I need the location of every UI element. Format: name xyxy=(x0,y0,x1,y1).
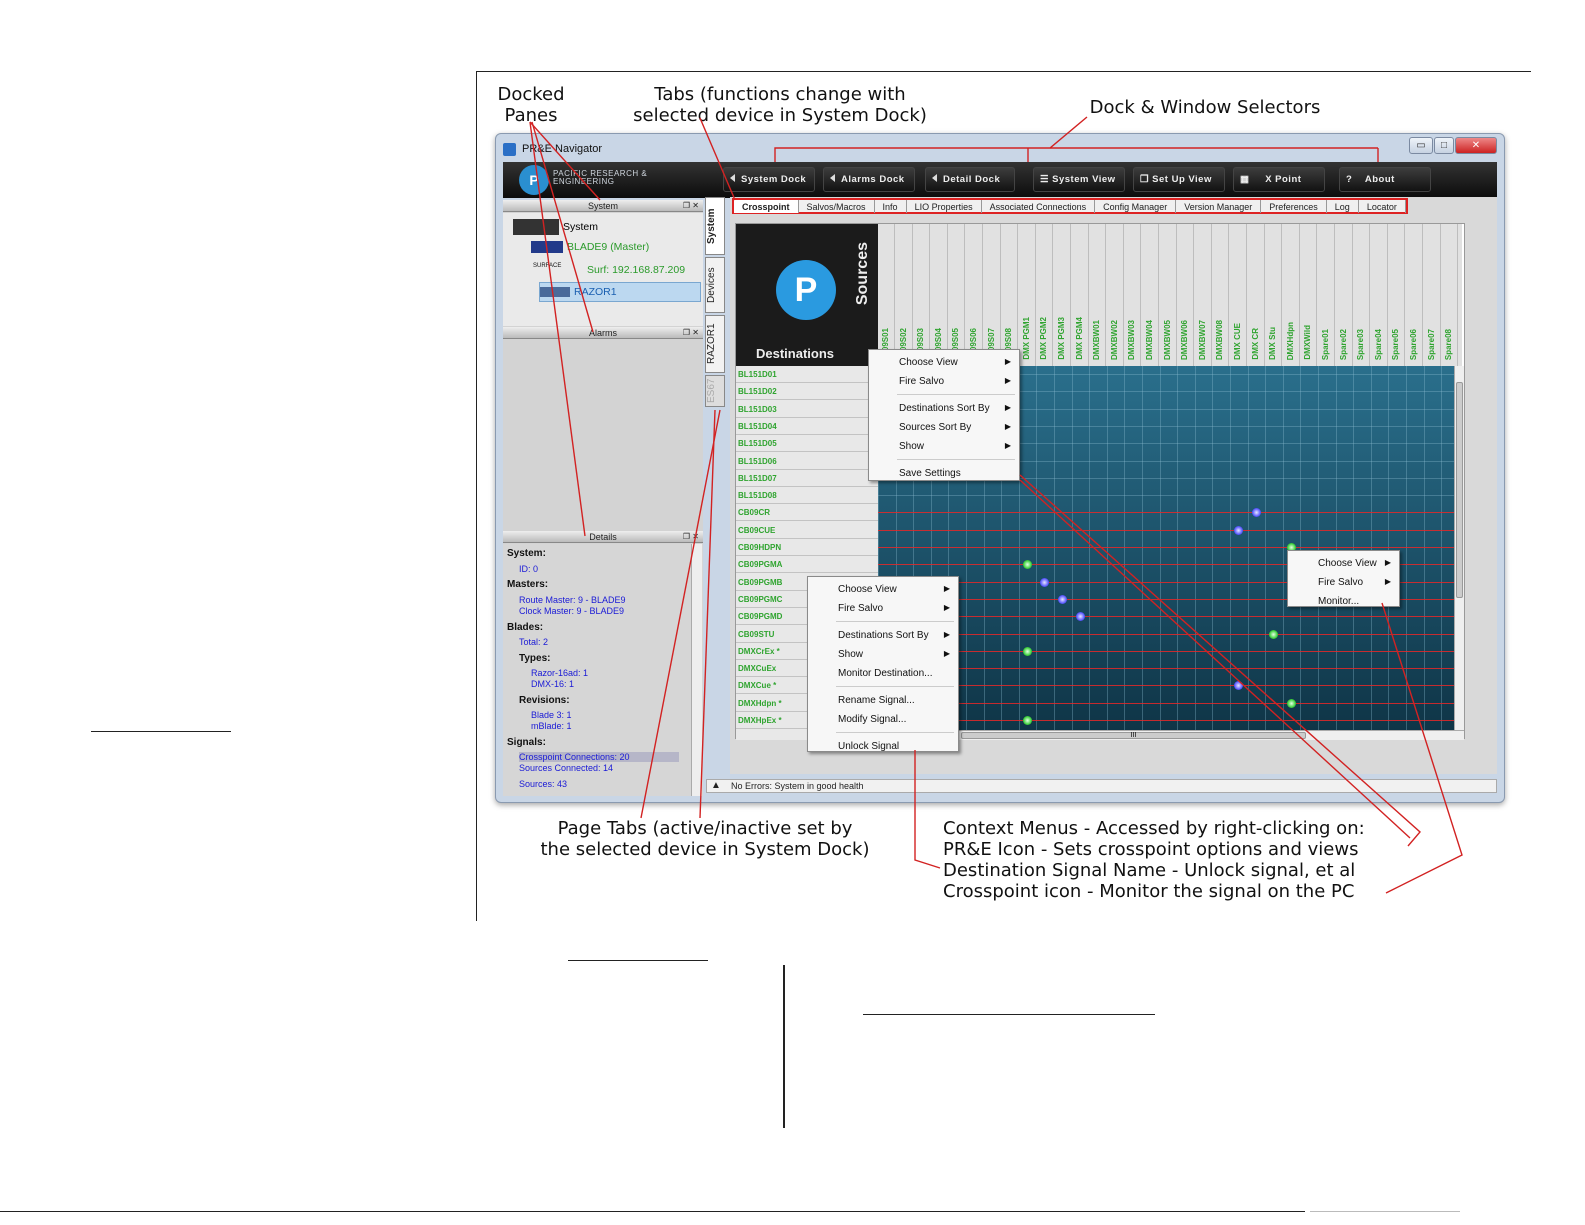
annotation-lines xyxy=(529,116,1463,894)
leader-context-xpt xyxy=(1381,602,1463,894)
footer-rule-light xyxy=(1310,1211,1460,1212)
footer-rule xyxy=(0,1211,1305,1212)
leader-context-icon-2 xyxy=(1019,479,1411,839)
leader-docked-details xyxy=(529,121,586,537)
rule-right xyxy=(863,1014,1155,1015)
leader-dock-window xyxy=(774,116,1088,162)
column-divider xyxy=(783,965,785,1128)
leader-context-dest xyxy=(914,750,941,869)
leader-tabs xyxy=(699,117,736,201)
rule-mid xyxy=(568,960,708,961)
leader-docked-alarms xyxy=(531,121,594,333)
leader-context-icon xyxy=(1019,474,1421,847)
rule-left xyxy=(91,731,231,732)
leader-docked-system xyxy=(529,121,601,201)
